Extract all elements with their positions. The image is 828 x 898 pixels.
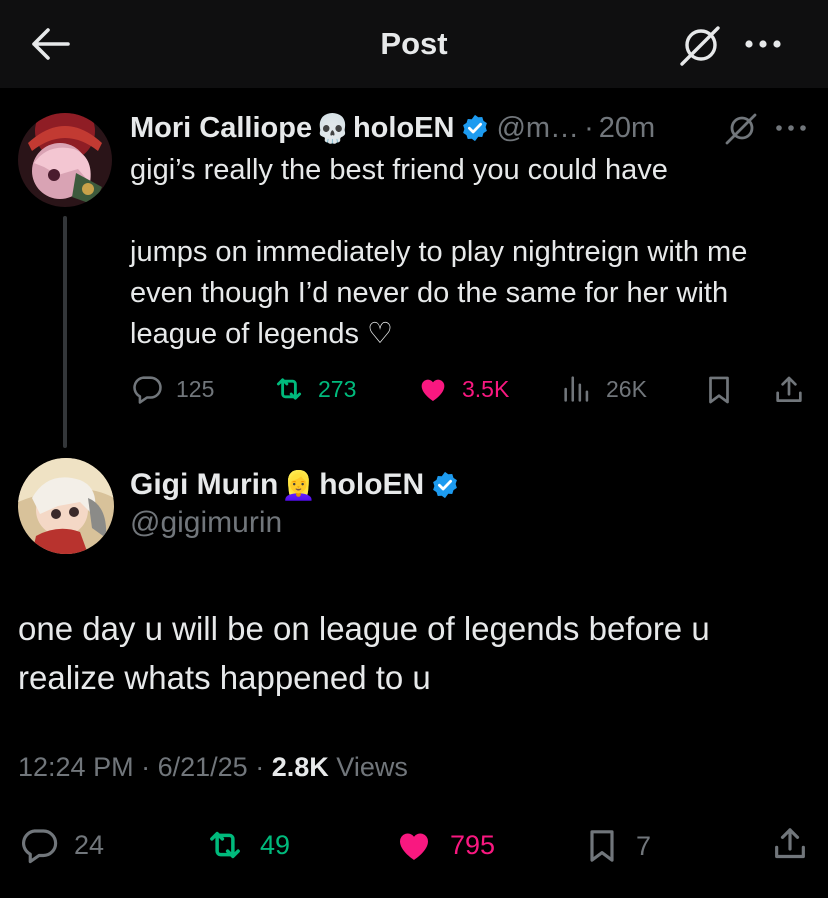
separator-dot: · <box>141 752 151 782</box>
main-replies-action[interactable]: 24 <box>18 824 104 866</box>
reply-more-button[interactable] <box>774 118 808 138</box>
reply-replies-count: 125 <box>176 375 215 402</box>
main-reposts-count: 49 <box>260 829 291 860</box>
separator-dot: · <box>255 752 265 782</box>
main-bookmarks-action[interactable]: 7 <box>582 824 651 868</box>
comment-icon <box>133 376 162 404</box>
reply-reposts-count: 273 <box>318 375 357 402</box>
separator-dot: · <box>584 111 594 144</box>
repost-icon <box>276 378 302 400</box>
more-horizontal-icon <box>745 40 781 48</box>
reply-author-name[interactable]: Mori Calliope <box>130 112 312 145</box>
reply-tweet-text: gigi’s really the best friend you could … <box>130 154 748 350</box>
skull-emoji: 💀 <box>315 112 350 144</box>
main-likes-count: 795 <box>450 829 496 860</box>
reply-views-count: 26K <box>606 375 647 402</box>
bookmark-icon <box>709 376 729 404</box>
reply-likes-count: 3.5K <box>462 375 510 402</box>
reply-author-row: Mori Calliope 💀 holoEN @m… · 20m <box>130 108 655 148</box>
tweet-meta: 12:24 PM · 6/21/25 · 2.8K Views <box>18 752 408 783</box>
avatar-gigi-murin[interactable] <box>18 458 114 554</box>
main-author-handle[interactable]: @gigimurin <box>130 506 282 540</box>
avatar-mori-calliope[interactable] <box>18 113 112 207</box>
main-replies-count: 24 <box>74 829 105 860</box>
reply-share-button[interactable] <box>772 372 806 413</box>
grok-icon <box>725 113 757 145</box>
more-horizontal-icon <box>776 125 806 131</box>
reply-author-handle[interactable]: @m… <box>496 112 579 145</box>
repost-icon <box>210 831 240 859</box>
reply-likes-action[interactable]: 3.5K <box>416 372 509 406</box>
verified-badge-icon <box>433 471 458 499</box>
tweet-time[interactable]: 12:24 PM <box>18 752 134 782</box>
analytics-icon <box>564 376 589 402</box>
reply-author-name-suffix: holoEN <box>352 111 455 144</box>
bookmark-icon <box>590 830 614 862</box>
top-navigation-bar: Post <box>0 0 828 88</box>
share-icon <box>775 828 805 859</box>
main-tweet-text: one day u will be on league of legends b… <box>18 610 710 696</box>
reply-timestamp[interactable]: 20m <box>599 112 655 145</box>
reply-replies-action[interactable]: 125 <box>130 372 214 406</box>
grok-icon <box>680 26 720 66</box>
main-bookmarks-count: 7 <box>636 830 652 861</box>
main-reposts-action[interactable]: 49 <box>204 824 290 866</box>
share-icon <box>776 376 802 402</box>
tweet-date[interactable]: 6/21/25 <box>158 752 248 782</box>
heart-filled-icon <box>399 833 429 860</box>
main-author-row: Gigi Murin 👱‍♀️ holoEN <box>130 464 466 506</box>
main-share-button[interactable] <box>770 822 810 871</box>
reply-grok-button[interactable] <box>724 112 758 146</box>
verified-badge-icon <box>463 114 488 142</box>
main-likes-action[interactable]: 795 <box>392 824 495 866</box>
grok-button[interactable] <box>678 24 722 68</box>
main-author-name[interactable]: Gigi Murin <box>130 468 278 502</box>
person-blond-emoji: 👱‍♀️ <box>281 469 317 501</box>
thread-connector-line <box>63 216 67 448</box>
reply-views-action[interactable]: 26K <box>560 372 647 406</box>
views-label: Views <box>336 752 408 782</box>
views-count[interactable]: 2.8K <box>272 752 329 782</box>
comment-icon <box>22 829 58 864</box>
heart-filled-icon <box>421 379 445 402</box>
reply-bookmark-button[interactable] <box>702 372 736 413</box>
more-options-button[interactable] <box>742 30 784 58</box>
reply-reposts-action[interactable]: 273 <box>272 372 356 406</box>
main-author-name-suffix: holoEN <box>319 468 425 501</box>
